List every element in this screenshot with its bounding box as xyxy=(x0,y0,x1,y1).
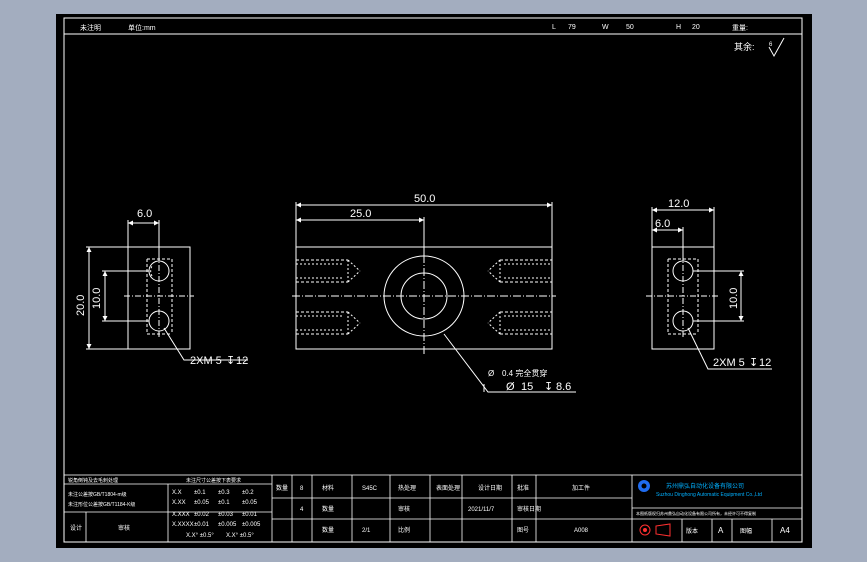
dim-left-holes: 2XM 5 xyxy=(190,355,222,367)
sheet-border xyxy=(63,17,803,543)
copyright-note: 本图纸版权归苏州鼎弘自动化设备有限公司所有，未经许可不得复制 xyxy=(636,510,756,516)
svg-text:X.XX: X.XX xyxy=(172,500,186,506)
review-date-label: 审核日期 xyxy=(517,505,541,513)
dim-left-width: 6.0 xyxy=(137,208,152,220)
svg-text:±0.3: ±0.3 xyxy=(218,490,230,496)
qty-value: 8 xyxy=(300,486,304,492)
note-line-1: 锐角倒钝及去毛刺处理 xyxy=(68,477,118,484)
svg-text:±0.2: ±0.2 xyxy=(242,490,254,496)
qty-label: 数量 xyxy=(276,484,288,492)
svg-text:±0.02: ±0.02 xyxy=(194,512,210,518)
header-l-label: L xyxy=(552,24,556,31)
dim-front-bore-depth: 8.6 xyxy=(556,381,571,393)
header-weight-label: 重量: xyxy=(732,24,748,32)
svg-text:±0.01: ±0.01 xyxy=(194,522,210,528)
header-label-unit: 单位:mm xyxy=(128,23,156,32)
part-type-label: 加工件 xyxy=(572,484,590,492)
header-l-value: 79 xyxy=(568,24,576,31)
approve-label: 批准 xyxy=(517,484,529,492)
header-h-value: 20 xyxy=(692,24,700,31)
dim-left-height-total: 20.0 xyxy=(75,295,87,316)
size-label: 图幅 xyxy=(740,527,752,535)
svg-text:X.X: X.X xyxy=(172,490,182,496)
header-strip: 未注明 单位:mm L 79 W 50 H 20 重量: 其余: 6 xyxy=(80,23,785,58)
tolerance-row: X.XXXX ±0.01 ±0.005 ±0.005 xyxy=(172,522,261,528)
note-line-2: 未注公差按GB/T1804-m级 xyxy=(68,491,127,498)
drawing-no-label: 图号 xyxy=(517,527,529,534)
dim-left-holes-depth: 12 xyxy=(236,355,248,367)
material-label: 材料 xyxy=(322,484,334,492)
size-value: A4 xyxy=(780,526,790,535)
dim-front-total: 50.0 xyxy=(414,193,435,205)
dim-right-holes-depth: 12 xyxy=(759,357,771,369)
svg-text:±0.1: ±0.1 xyxy=(218,500,230,506)
diameter-symbol-chamfer: Ø xyxy=(488,369,494,378)
row2-c: 审核 xyxy=(398,505,410,513)
drawing-no-value: A008 xyxy=(574,528,589,534)
dim-left-height-inner: 10.0 xyxy=(91,288,103,309)
svg-text:X.XXX: X.XXX xyxy=(172,512,190,518)
design-date-value: 2021/11/7 xyxy=(468,507,495,513)
drawn-label: 设计 xyxy=(70,524,82,532)
diameter-symbol-bore: Ø xyxy=(506,381,515,393)
scale-label: 比例 xyxy=(398,526,410,534)
left-view xyxy=(86,220,248,361)
note-line-3: 未注形位公差按GB/T1184-K级 xyxy=(68,501,135,508)
dim-right-height: 10.0 xyxy=(728,288,740,309)
row2-b: 数量 xyxy=(322,505,334,513)
svg-text:±0.005: ±0.005 xyxy=(218,522,237,528)
company-name-cn: 苏州鼎弘自动化设备有限公司 xyxy=(666,482,744,490)
note-label: 其余: xyxy=(734,41,755,52)
header-w-label: W xyxy=(602,24,609,31)
svg-text:±0.1: ±0.1 xyxy=(194,490,206,496)
tolerance-angle-1: X.X° ±0.5° xyxy=(186,533,214,539)
scale-value: 2/1 xyxy=(362,528,371,534)
svg-text:X.XXXX: X.XXXX xyxy=(172,522,194,528)
heat-treatment-label: 热处理 xyxy=(398,484,416,492)
company-name-en: Suzhou Dinghong Automatic Equipment Co.,… xyxy=(656,492,762,498)
cad-drawing-canvas: 未注明 单位:mm L 79 W 50 H 20 重量: 其余: 6 6.0 2… xyxy=(63,17,803,543)
left-view-dims: 6.0 20.0 10.0 2XM 5 ↧ 12 xyxy=(75,208,248,367)
svg-text:±0.03: ±0.03 xyxy=(218,512,234,518)
revision-value: A xyxy=(718,526,724,535)
material-value: S45C xyxy=(362,486,378,492)
svg-text:±0.05: ±0.05 xyxy=(242,500,258,506)
right-view xyxy=(646,207,772,370)
header-w-value: 50 xyxy=(626,24,634,31)
front-view xyxy=(292,202,576,393)
depth-symbol-front: ↧ xyxy=(544,381,553,393)
dim-right-width-half: 6.0 xyxy=(655,218,670,230)
design-date-label: 设计日期 xyxy=(478,484,502,492)
dim-right-holes: 2XM 5 xyxy=(713,357,745,369)
row2-a: 4 xyxy=(300,507,304,513)
tolerance-title: 未注尺寸公差按下表要求 xyxy=(186,477,241,484)
tolerance-row: X.X ±0.1 ±0.3 ±0.2 xyxy=(172,490,254,496)
header-label-unnoted: 未注明 xyxy=(80,23,101,32)
front-view-dims: 50.0 25.0 Ø 0.4 完全贯穿 Ø 15 ↧ 8.6 xyxy=(350,193,571,393)
projection-symbol-icon xyxy=(639,523,671,537)
tolerance-angle-2: X.X° ±0.5° xyxy=(226,533,254,539)
tolerance-row: X.XXX ±0.02 ±0.03 ±0.01 xyxy=(172,512,258,518)
drawing-viewport[interactable]: 未注明 单位:mm L 79 W 50 H 20 重量: 其余: 6 6.0 2… xyxy=(56,14,812,548)
company-logo-icon xyxy=(638,480,650,492)
depth-symbol-right: ↧ xyxy=(749,357,758,369)
revision-label: 版本 xyxy=(686,527,698,535)
row3-a: 数量 xyxy=(322,526,334,534)
svg-text:±0.005: ±0.005 xyxy=(242,522,261,528)
svg-text:±0.05: ±0.05 xyxy=(194,500,210,506)
surface-roughness-icon: 6 xyxy=(768,37,785,58)
dim-front-half: 25.0 xyxy=(350,208,371,220)
depth-symbol-left: ↧ xyxy=(226,355,235,367)
svg-text:6: 6 xyxy=(769,42,773,48)
dim-front-bore-dia: 15 xyxy=(521,381,533,393)
dim-front-chamfer: 0.4 完全贯穿 xyxy=(502,368,547,378)
right-view-dims: 12.0 6.0 10.0 2XM 5 ↧ 12 xyxy=(655,198,771,369)
header-h-label: H xyxy=(676,24,681,31)
svg-text:±0.01: ±0.01 xyxy=(242,512,258,518)
tolerance-row: X.XX ±0.05 ±0.1 ±0.05 xyxy=(172,500,258,506)
surface-treatment-label: 表面处理 xyxy=(436,484,460,492)
drawn-value: 审核 xyxy=(118,524,130,532)
dim-right-width-total: 12.0 xyxy=(668,198,689,210)
